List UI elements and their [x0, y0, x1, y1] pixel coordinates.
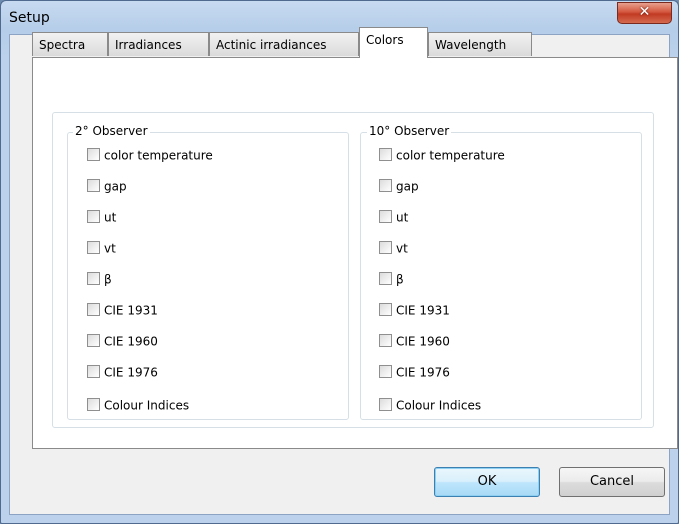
checkbox-label: CIE 1976: [396, 365, 450, 380]
option-checkbox[interactable]: Colour Indices: [87, 395, 189, 415]
tab-label: Wavelength: [435, 38, 507, 52]
checkbox-label: color temperature: [396, 148, 505, 163]
checkbox-label: ut: [104, 210, 117, 225]
close-button[interactable]: ✕: [617, 2, 672, 24]
option-checkbox[interactable]: gap: [379, 176, 419, 196]
tab-spectra[interactable]: Spectra: [32, 32, 108, 56]
tab-label: Actinic irradiances: [216, 38, 327, 52]
checkbox-label: Colour Indices: [104, 398, 190, 413]
tab-irradiances[interactable]: Irradiances: [108, 32, 209, 56]
option-checkbox[interactable]: vt: [379, 238, 408, 258]
checkbox-label: color temperature: [104, 148, 213, 163]
option-checkbox[interactable]: ut: [379, 207, 408, 227]
ok-button[interactable]: OK: [434, 467, 540, 497]
checkbox-label: CIE 1931: [104, 303, 158, 318]
checkbox-box[interactable]: [87, 398, 100, 411]
tab-colors[interactable]: Colors: [359, 27, 428, 58]
checkbox-box[interactable]: [379, 365, 392, 378]
checkbox-box[interactable]: [379, 148, 392, 161]
observer-10-title: 10° Observer: [367, 124, 452, 138]
checkbox-box[interactable]: [379, 179, 392, 192]
setup-dialog: Setup ✕ Spectra Irradiances Actinic irra…: [0, 0, 679, 524]
checkbox-label: β: [104, 272, 112, 287]
observer-2-title: 2° Observer: [73, 124, 150, 138]
checkbox-box[interactable]: [87, 148, 100, 161]
option-checkbox[interactable]: vt: [87, 238, 116, 258]
checkbox-box[interactable]: [379, 303, 392, 316]
checkbox-box[interactable]: [87, 241, 100, 254]
tab-label: Spectra: [39, 38, 86, 52]
cancel-button[interactable]: Cancel: [559, 467, 665, 497]
checkbox-box[interactable]: [87, 334, 100, 347]
checkbox-label: CIE 1931: [396, 303, 450, 318]
checkbox-box[interactable]: [379, 241, 392, 254]
option-checkbox[interactable]: β: [87, 269, 112, 289]
option-checkbox[interactable]: CIE 1960: [379, 331, 450, 351]
checkbox-label: CIE 1960: [396, 334, 450, 349]
checkbox-label: vt: [104, 241, 116, 256]
title-bar[interactable]: Setup ✕: [1, 1, 678, 34]
checkbox-box[interactable]: [379, 272, 392, 285]
tab-actinic-irradiances[interactable]: Actinic irradiances: [209, 32, 359, 56]
option-checkbox[interactable]: CIE 1976: [87, 362, 158, 382]
option-checkbox[interactable]: Colour Indices: [379, 395, 481, 415]
option-checkbox[interactable]: CIE 1976: [379, 362, 450, 382]
cancel-label: Cancel: [589, 474, 635, 489]
ok-label: OK: [477, 474, 497, 489]
option-checkbox[interactable]: CIE 1931: [379, 300, 450, 320]
checkbox-label: vt: [396, 241, 408, 256]
close-icon: ✕: [638, 4, 651, 20]
checkbox-box[interactable]: [379, 210, 392, 223]
checkbox-label: gap: [104, 179, 127, 194]
checkbox-box[interactable]: [379, 334, 392, 347]
tab-wavelength[interactable]: Wavelength: [428, 32, 532, 56]
checkbox-label: ut: [396, 210, 409, 225]
option-checkbox[interactable]: ut: [87, 207, 116, 227]
checkbox-box[interactable]: [87, 272, 100, 285]
tab-label: Irradiances: [115, 38, 182, 52]
option-checkbox[interactable]: β: [379, 269, 404, 289]
option-checkbox[interactable]: color temperature: [87, 145, 213, 165]
checkbox-label: β: [396, 272, 404, 287]
checkbox-label: Colour Indices: [396, 398, 482, 413]
checkbox-box[interactable]: [87, 210, 100, 223]
window-title: Setup: [9, 10, 50, 26]
checkbox-label: CIE 1976: [104, 365, 158, 380]
checkbox-box[interactable]: [379, 398, 392, 411]
checkbox-box[interactable]: [87, 179, 100, 192]
checkbox-box[interactable]: [87, 303, 100, 316]
option-checkbox[interactable]: gap: [87, 176, 127, 196]
option-checkbox[interactable]: CIE 1931: [87, 300, 158, 320]
checkbox-label: CIE 1960: [104, 334, 158, 349]
option-checkbox[interactable]: color temperature: [379, 145, 505, 165]
checkbox-label: gap: [396, 179, 419, 194]
option-checkbox[interactable]: CIE 1960: [87, 331, 158, 351]
tab-label: Colors: [366, 33, 404, 47]
checkbox-box[interactable]: [87, 365, 100, 378]
